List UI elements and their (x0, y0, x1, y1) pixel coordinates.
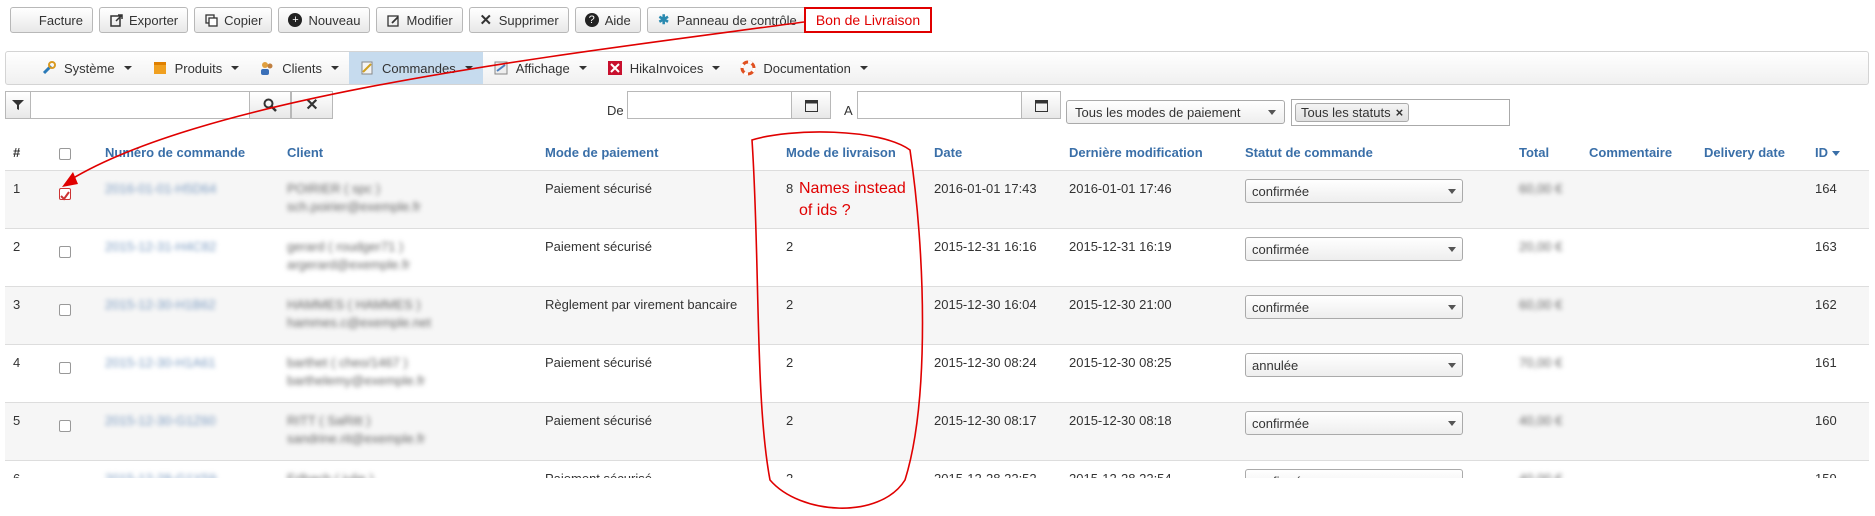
client-email[interactable]: sch.poirier@exemple.fr (287, 199, 421, 214)
order-date: 2015-12-30 08:24 (934, 355, 1037, 370)
order-id: 159 (1815, 471, 1837, 478)
order-number-link[interactable]: 2015-12-31-H4C82 (105, 239, 216, 254)
table-row[interactable]: 2 2015-12-31-H4C82 gerard ( roudger71 ) arg… (5, 228, 1869, 286)
row-checkbox[interactable] (59, 420, 71, 432)
table-row[interactable]: 5 2015-12-30-G1Z60 RITT ( SaRitt ) sandrine… (5, 402, 1869, 460)
client-name: gerard ( roudger71 ) (287, 239, 404, 254)
row-checkbox[interactable] (59, 304, 71, 316)
order-status-select[interactable]: annulée (1245, 353, 1463, 377)
table-row[interactable]: 4 2015-12-30-H1A61 barthet ( cheo/1467 ) ba… (5, 344, 1869, 402)
payment-method: Paiement sécurisé (545, 413, 652, 428)
payment-method: Paiement sécurisé (545, 471, 652, 478)
last-modified: 2015-12-31 16:19 (1069, 239, 1172, 254)
annotation-note: Names instead of ids ? (799, 180, 906, 219)
payment-method: Paiement sécurisé (545, 181, 652, 196)
row-checkbox[interactable] (59, 246, 71, 258)
order-status-select[interactable]: confirmée (1245, 295, 1463, 319)
row-number: 3 (13, 297, 21, 312)
order-total: 60,00 € (1519, 181, 1563, 196)
order-total: 20,00 € (1519, 239, 1563, 254)
order-id: 160 (1815, 413, 1837, 428)
order-total: 70,00 € (1519, 355, 1563, 370)
payment-method: Règlement par virement bancaire (545, 297, 738, 312)
order-number-link[interactable]: 2015-12-30-G1Z60 (105, 413, 216, 428)
order-status-select[interactable]: confirmée (1245, 179, 1463, 203)
client-email[interactable]: sandrine.rit@exemple.fr (287, 431, 425, 446)
order-status-value: confirmée (1252, 299, 1310, 315)
order-status-value: confirmée (1252, 415, 1310, 431)
order-date: 2015-12-28 22:52 (934, 471, 1037, 478)
row-number: 1 (13, 181, 21, 196)
shipping-method: 2 (786, 297, 794, 312)
client-email[interactable]: argerard@exemple.fr (287, 257, 410, 272)
order-status-value: confirmée (1252, 241, 1310, 257)
order-number-link[interactable]: 2015-12-30-H1A61 (105, 355, 216, 370)
table-row[interactable]: 1 2016-01-01-H5D64 POIRIER ( spc ) sch.poir… (5, 170, 1869, 228)
client-name: barthet ( cheo/1467 ) (287, 355, 408, 370)
table-row[interactable]: 3 2015-12-30-H1B62 HAMMES ( HAMMES ) hammes… (5, 286, 1869, 344)
row-number: 5 (13, 413, 21, 428)
row-number: 2 (13, 239, 21, 254)
shipping-method: 2 (786, 413, 794, 428)
orders-table: 1 2016-01-01-H5D64 POIRIER ( spc ) sch.poir… (0, 0, 1875, 478)
order-date: 2016-01-01 17:43 (934, 181, 1037, 196)
order-status-value: confirmée (1252, 183, 1310, 199)
client-name: Erlbach ( julie ) (287, 471, 374, 478)
shipping-method: 2 (786, 239, 794, 254)
order-total: 60,00 € (1519, 297, 1563, 312)
last-modified: 2015-12-30 08:18 (1069, 413, 1172, 428)
order-id: 163 (1815, 239, 1837, 254)
last-modified: 2016-01-01 17:46 (1069, 181, 1172, 196)
order-date: 2015-12-30 16:04 (934, 297, 1037, 312)
order-status-value: confirmée (1252, 474, 1309, 479)
shipping-method: 2 (786, 355, 794, 370)
last-modified: 2015-12-30 08:25 (1069, 355, 1172, 370)
payment-method: Paiement sécurisé (545, 239, 652, 254)
client-name: RITT ( SaRitt ) (287, 413, 371, 428)
row-number: 6 (13, 471, 20, 478)
order-id: 161 (1815, 355, 1837, 370)
last-modified: 2015-12-28 22:54 (1069, 471, 1172, 478)
order-status-select[interactable]: confirmée (1245, 237, 1463, 261)
last-modified: 2015-12-30 21:00 (1069, 297, 1172, 312)
payment-method: Paiement sécurisé (545, 355, 652, 370)
annotation-box: Bon de Livraison (804, 7, 932, 33)
order-date: 2015-12-30 08:17 (934, 413, 1037, 428)
row-checkbox[interactable] (59, 362, 71, 374)
chevron-down-icon (1448, 188, 1456, 194)
order-date: 2015-12-31 16:16 (934, 239, 1037, 254)
chevron-down-icon (1448, 246, 1456, 252)
chevron-down-icon (1448, 362, 1456, 368)
chevron-down-icon (1448, 304, 1456, 310)
row-number: 4 (13, 355, 21, 370)
client-email[interactable]: barthelemy@exemple.fr (287, 373, 425, 388)
client-name: POIRIER ( spc ) (287, 181, 381, 196)
shipping-method: 8 (786, 181, 794, 196)
order-number-link[interactable]: 2015-12-28-G1Y59 (105, 471, 216, 478)
order-status-value: annulée (1252, 357, 1299, 373)
order-number-link[interactable]: 2015-12-30-H1B62 (105, 297, 216, 312)
order-status-select[interactable]: confirmée (1245, 469, 1463, 478)
order-number-link[interactable]: 2016-01-01-H5D64 (105, 181, 216, 196)
order-total: 40,00 € (1519, 471, 1562, 478)
row-checkbox[interactable] (59, 188, 71, 201)
order-status-select[interactable]: confirmée (1245, 411, 1463, 435)
order-id: 162 (1815, 297, 1837, 312)
order-id: 164 (1815, 181, 1837, 196)
client-email[interactable]: hammes.c@exemple.net (287, 315, 431, 330)
client-name: HAMMES ( HAMMES ) (287, 297, 421, 312)
shipping-method: 2 (786, 471, 793, 478)
table-row[interactable]: 6 2015-12-28-G1Y59 Erlbach ( julie ) Paieme… (5, 460, 1869, 478)
order-total: 40,00 € (1519, 413, 1563, 428)
chevron-down-icon (1448, 420, 1456, 426)
